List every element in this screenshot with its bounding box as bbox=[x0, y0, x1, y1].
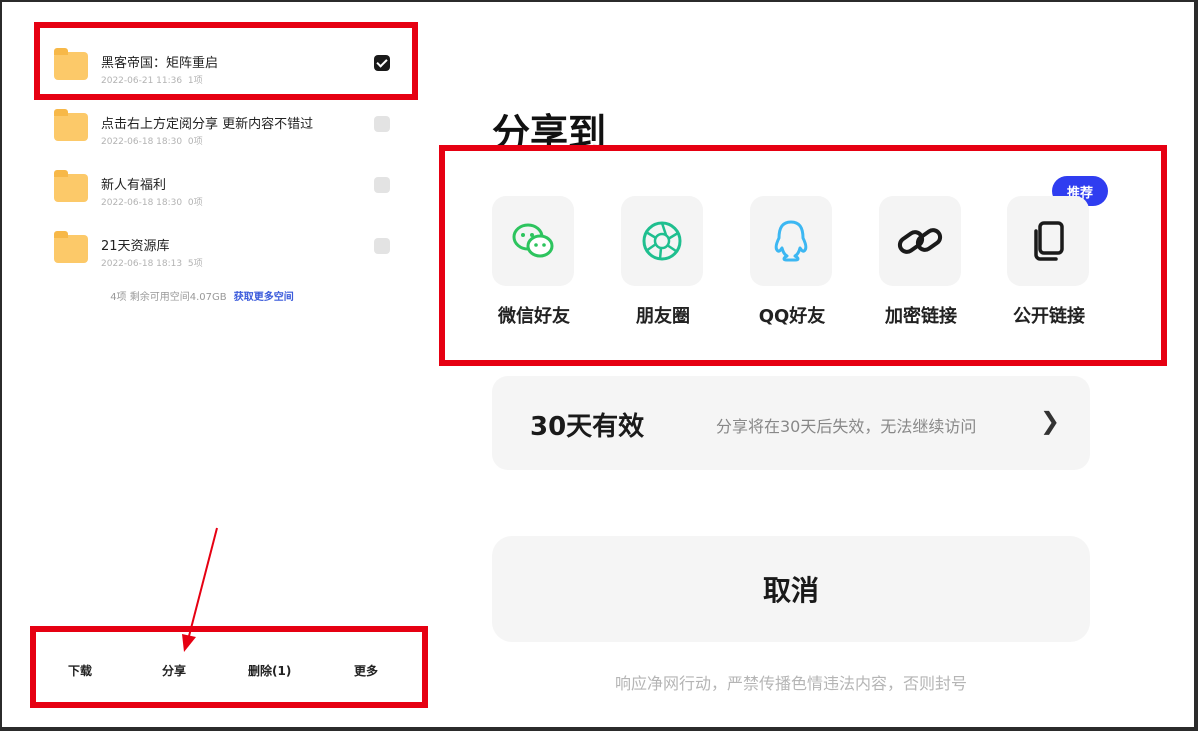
file-checkbox[interactable] bbox=[374, 177, 390, 193]
cancel-button[interactable]: 取消 bbox=[492, 536, 1090, 642]
validity-title: 30天有效 bbox=[530, 412, 645, 442]
file-meta: 2022-06-18 18:30 0项 bbox=[101, 137, 203, 147]
folder-icon bbox=[54, 170, 88, 202]
highlight-box-bottom-bar bbox=[30, 626, 428, 708]
highlight-box-selected-file bbox=[34, 22, 418, 100]
file-row[interactable]: 新人有福利 2022-06-18 18:30 0项 bbox=[48, 160, 408, 221]
folder-icon bbox=[54, 231, 88, 263]
file-row[interactable]: 点击右上方定阅分享 更新内容不错过 2022-06-18 18:30 0项 bbox=[48, 99, 408, 160]
file-name: 点击右上方定阅分享 更新内容不错过 bbox=[101, 117, 314, 132]
file-name: 21天资源库 bbox=[101, 239, 170, 254]
chevron-right-icon: ❯ bbox=[1040, 407, 1061, 435]
storage-text: 4项 剩余可用空间4.07GB bbox=[110, 292, 227, 303]
file-name: 新人有福利 bbox=[101, 178, 167, 193]
file-checkbox[interactable] bbox=[374, 238, 390, 254]
file-meta: 2022-06-18 18:13 5项 bbox=[101, 259, 203, 269]
file-row[interactable]: 21天资源库 2022-06-18 18:13 5项 bbox=[48, 221, 408, 282]
screen: 黑客帝国：矩阵重启 2022-06-21 11:36 1项 点击右上方定阅分享 … bbox=[2, 2, 1194, 727]
file-meta: 2022-06-18 18:30 0项 bbox=[101, 198, 203, 208]
folder-icon bbox=[54, 109, 88, 141]
validity-description: 分享将在30天后失效，无法继续访问 bbox=[716, 417, 977, 436]
storage-info: 4项 剩余可用空间4.07GB 获取更多空间 bbox=[2, 288, 402, 303]
highlight-box-share-options bbox=[439, 145, 1167, 366]
get-more-space-link[interactable]: 获取更多空间 bbox=[234, 292, 294, 303]
footer-notice: 响应净网行动，严禁传播色情违法内容，否则封号 bbox=[614, 674, 967, 693]
validity-selector[interactable]: 30天有效 分享将在30天后失效，无法继续访问 ❯ bbox=[492, 376, 1090, 470]
file-checkbox[interactable] bbox=[374, 116, 390, 132]
